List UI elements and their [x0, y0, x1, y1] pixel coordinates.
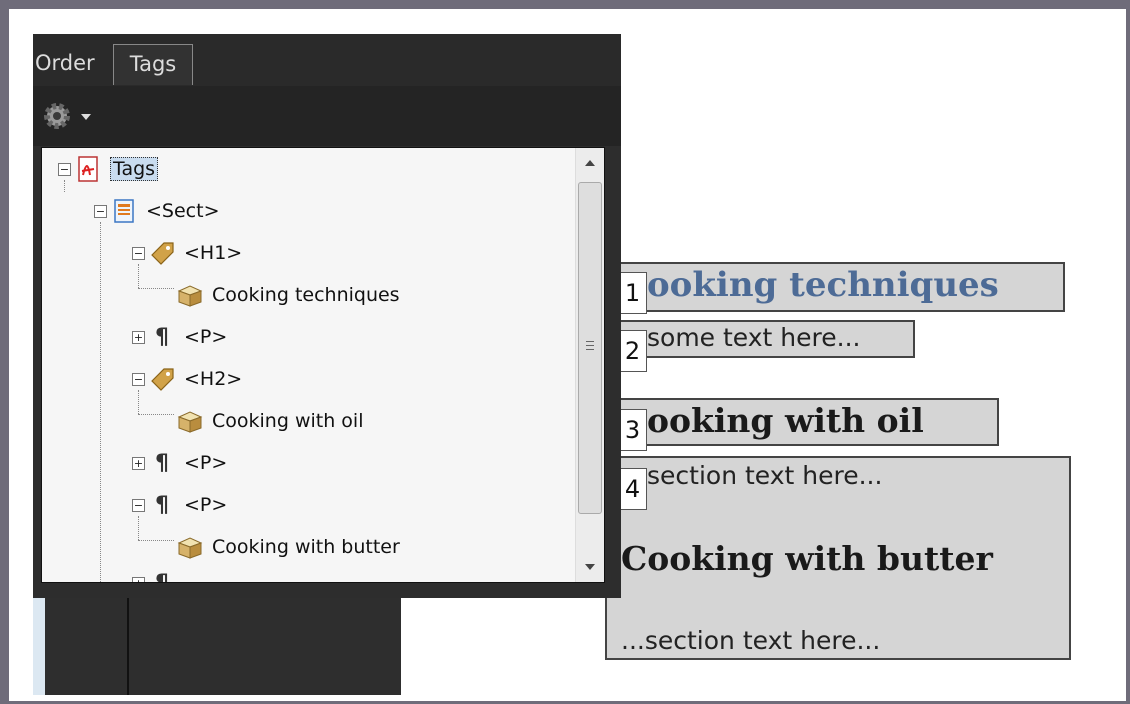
scroll-up-icon[interactable]: [585, 160, 595, 166]
sect-label: <Sect>: [146, 200, 220, 222]
tree-node-h2[interactable]: − <H2>: [132, 364, 242, 394]
collapse-toggle[interactable]: −: [94, 204, 107, 218]
lower-panel-area: [33, 595, 401, 695]
collapse-toggle[interactable]: −: [132, 498, 145, 512]
tags-tree: − Tags − <Sect> − <H1> Cooking technique…: [41, 147, 605, 583]
tree-node-tags-root[interactable]: − Tags: [58, 154, 159, 184]
pdf-icon: [74, 155, 102, 183]
grip-icon: [586, 341, 594, 353]
dropdown-arrow-icon: [81, 114, 91, 120]
p3-label: <P>: [184, 494, 228, 516]
tags-panel: Order Tags − Tags − <Sect> − <H1> Cookin…: [33, 34, 621, 598]
tree-node-p3[interactable]: − ¶ <P>: [132, 490, 227, 520]
section-text-2: ...section text here...: [621, 626, 881, 655]
expand-toggle[interactable]: +: [132, 456, 145, 470]
p1-label: <P>: [184, 326, 228, 348]
paragraph-icon: ¶: [155, 324, 169, 350]
tree-node-h1-content[interactable]: Cooking techniques: [176, 280, 400, 310]
heading-cooking-with-butter: Cooking with butter: [621, 539, 993, 578]
section-text-1: section text here...: [647, 461, 883, 490]
tag-icon: [148, 365, 176, 393]
h2-content-label: Cooking with oil: [212, 410, 364, 432]
paragraph-icon: ¶: [155, 492, 169, 518]
tab-tags[interactable]: Tags: [113, 44, 193, 85]
h1-content-label: Cooking techniques: [212, 284, 400, 306]
paragraph-icon: ¶: [155, 570, 169, 583]
content-box-icon: [176, 533, 204, 561]
tree-scrollbar[interactable]: [575, 148, 604, 582]
scroll-down-icon[interactable]: [585, 564, 595, 570]
panel-tabbar: Order Tags: [33, 34, 621, 86]
h1-label: <H1>: [184, 242, 243, 264]
side-highlight: [33, 595, 45, 695]
content-box-icon: [176, 407, 204, 435]
section-icon: [110, 197, 138, 225]
tree-node-partial[interactable]: + ¶: [132, 568, 184, 583]
tree-node-p1[interactable]: + ¶ <P>: [132, 322, 227, 352]
tab-order[interactable]: Order: [35, 44, 95, 84]
gear-icon: [44, 103, 91, 129]
h2-label: <H2>: [184, 368, 243, 390]
order-number-4: 4: [618, 468, 647, 510]
p3-content-label: Cooking with butter: [212, 536, 400, 558]
expand-toggle[interactable]: +: [132, 330, 145, 344]
heading-cooking-with-oil: ooking with oil: [647, 401, 924, 440]
panel-divider: [127, 595, 129, 695]
p2-label: <P>: [184, 452, 228, 474]
content-box-icon: [176, 281, 204, 309]
window-frame: ooking techniques 1 some text here... 2 …: [9, 9, 1126, 701]
collapse-toggle[interactable]: −: [132, 372, 145, 386]
order-number-1: 1: [618, 272, 647, 314]
tag-icon: [148, 239, 176, 267]
expand-toggle[interactable]: +: [132, 576, 145, 582]
scroll-thumb[interactable]: [578, 182, 602, 514]
panel-toolbar: [33, 86, 621, 146]
paragraph-icon: ¶: [155, 450, 169, 476]
tree-node-p3-content[interactable]: Cooking with butter: [176, 532, 400, 562]
paragraph-text-1: some text here...: [647, 323, 861, 352]
order-number-2: 2: [618, 330, 647, 372]
tree-node-h1[interactable]: − <H1>: [132, 238, 242, 268]
tree-node-p2[interactable]: + ¶ <P>: [132, 448, 227, 478]
options-menu-button[interactable]: [41, 100, 97, 136]
collapse-toggle[interactable]: −: [58, 162, 71, 176]
tree-node-h2-content[interactable]: Cooking with oil: [176, 406, 363, 436]
order-number-3: 3: [618, 409, 647, 451]
tags-root-label: Tags: [110, 157, 159, 181]
tree-node-sect[interactable]: − <Sect>: [94, 196, 220, 226]
collapse-toggle[interactable]: −: [132, 246, 145, 260]
heading-cooking-techniques: ooking techniques: [647, 265, 999, 305]
